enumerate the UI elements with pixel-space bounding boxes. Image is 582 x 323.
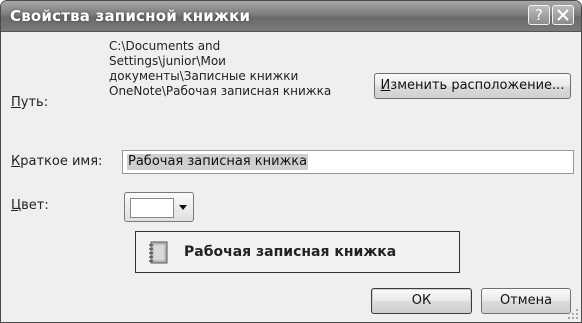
path-label: Путь: <box>11 95 49 110</box>
color-swatch <box>130 198 174 218</box>
close-icon <box>557 9 569 21</box>
short-name-value: Рабочая записная книжка <box>127 154 309 170</box>
notebook-icon <box>149 241 168 264</box>
chevron-down-icon <box>176 197 190 217</box>
title-bar: Свойства записной книжки ? <box>1 1 581 32</box>
resize-grip-icon[interactable] <box>567 308 579 320</box>
short-name-input[interactable]: Рабочая записная книжка <box>122 150 574 174</box>
help-button[interactable]: ? <box>528 5 550 25</box>
preview-notebook-name: Рабочая записная книжка <box>184 244 397 260</box>
dialog-title: Свойства записной книжки <box>10 7 251 25</box>
color-label: Цвет: <box>11 198 49 213</box>
cancel-button[interactable]: Отмена <box>481 288 571 314</box>
notebook-properties-dialog: Свойства записной книжки ? Путь: C:\Docu… <box>0 0 582 323</box>
path-value: C:\Documents and Settings\junior\Мои док… <box>109 39 332 98</box>
short-name-label: Краткое имя: <box>11 154 103 169</box>
notebook-preview: Рабочая записная книжка <box>135 231 460 273</box>
ok-button[interactable]: ОК <box>371 288 472 314</box>
help-icon: ? <box>535 6 543 24</box>
color-picker[interactable] <box>124 192 194 222</box>
close-button[interactable] <box>552 5 574 25</box>
change-location-button[interactable]: Изменить расположение... <box>374 73 571 99</box>
